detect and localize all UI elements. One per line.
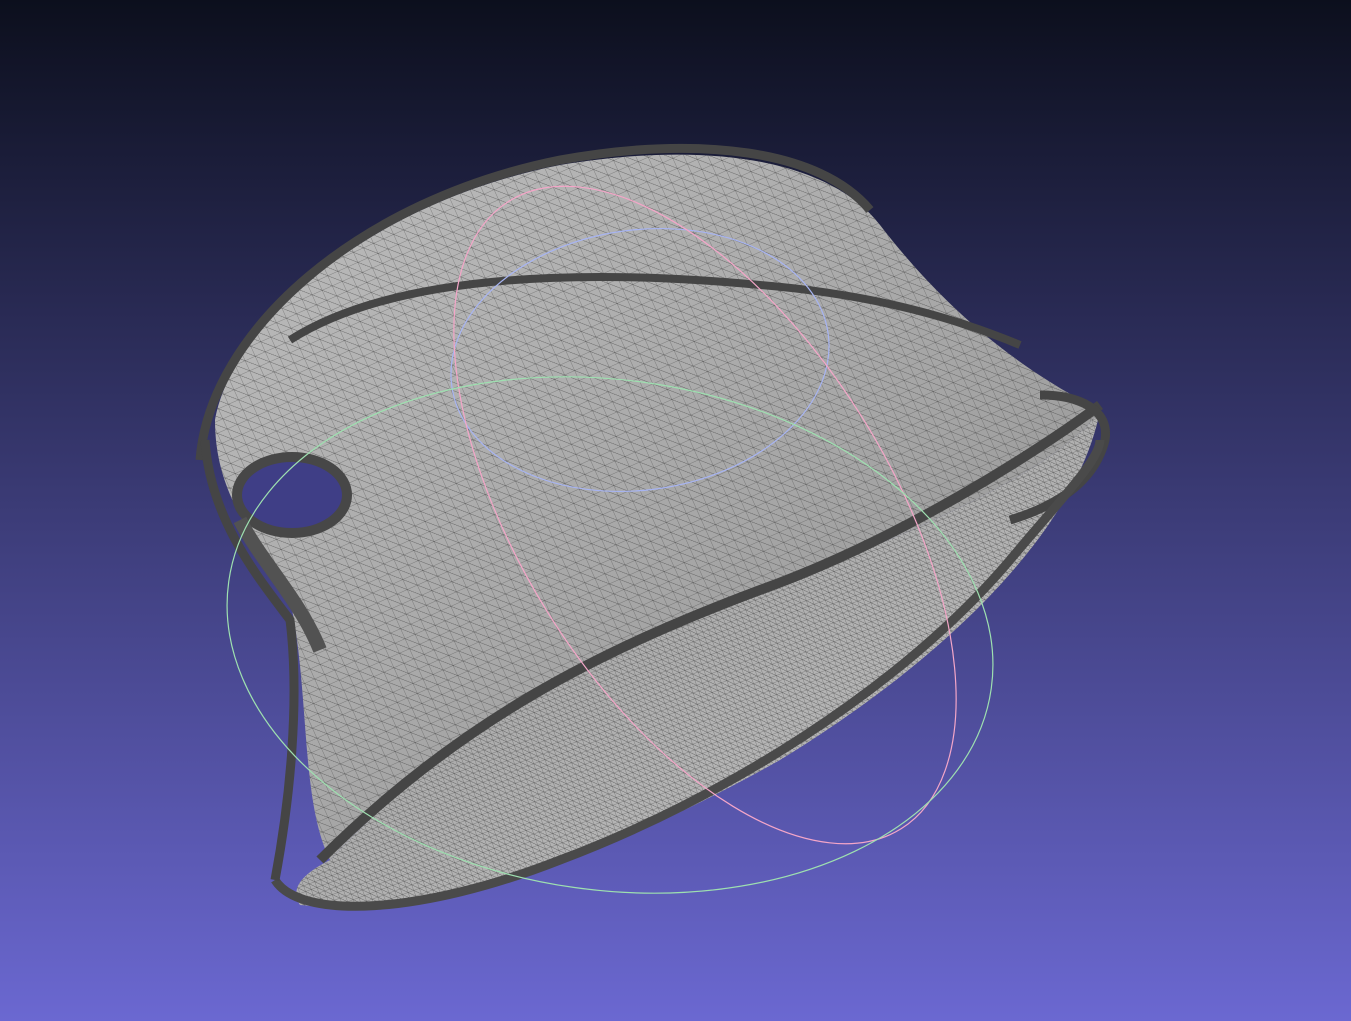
viewport-canvas[interactable]	[0, 0, 1351, 1021]
mesh-handle-hole	[232, 452, 352, 538]
3d-viewport[interactable]	[0, 0, 1351, 1021]
